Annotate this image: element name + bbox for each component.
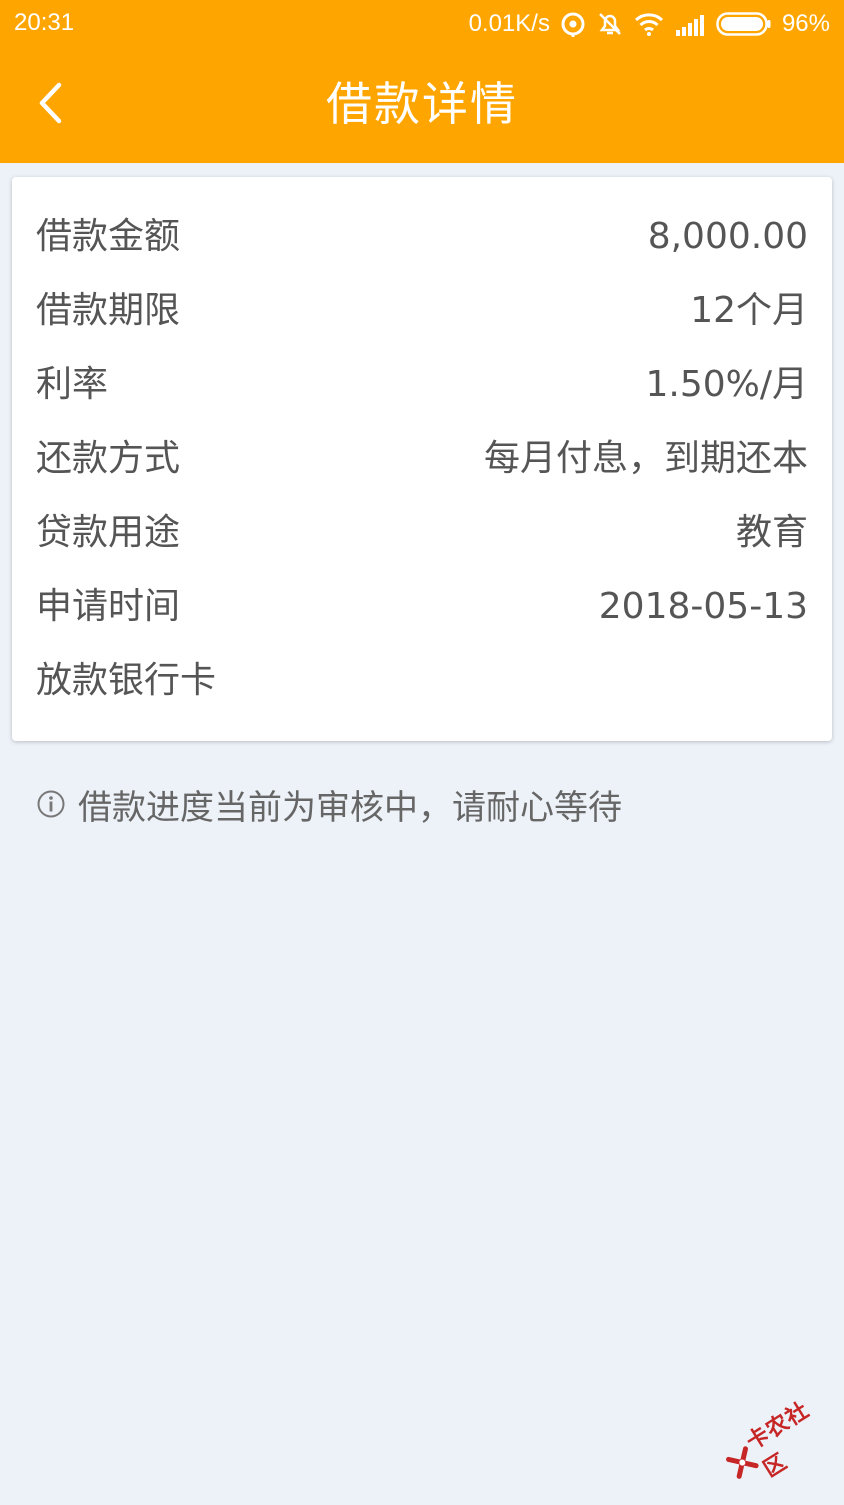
detail-row-repayment: 还款方式 每月付息，到期还本 — [36, 429, 808, 489]
page-title: 借款详情 — [326, 77, 518, 131]
status-notice: 借款进度当前为审核中，请耐心等待 — [36, 776, 622, 832]
detail-label: 还款方式 — [36, 438, 181, 479]
detail-row-rate: 利率 1.50%/月 — [36, 355, 808, 415]
detail-label: 放款银行卡 — [36, 660, 217, 701]
detail-label: 利率 — [36, 364, 109, 405]
detail-label: 借款金额 — [36, 216, 181, 257]
status-bar: 20:31 0.01K/s 96% — [0, 0, 844, 48]
header: 20:31 0.01K/s 96% 借款详情 — [0, 0, 844, 163]
detail-value: 1.50%/月 — [645, 364, 809, 405]
detail-label: 申请时间 — [36, 586, 181, 627]
detail-value: 每月付息，到期还本 — [483, 438, 808, 479]
detail-row-apply-time: 申请时间 2018-05-13 — [36, 577, 808, 637]
detail-row-term: 借款期限 12个月 — [36, 281, 808, 341]
detail-label: 贷款用途 — [36, 512, 181, 553]
app-bar: 借款详情 — [0, 48, 844, 163]
detail-value: 8,000.00 — [647, 216, 808, 257]
detail-row-amount: 借款金额 8,000.00 — [36, 207, 808, 267]
signal-icon — [674, 12, 706, 36]
notice-text: 借款进度当前为审核中，请耐心等待 — [78, 787, 622, 828]
detail-row-purpose: 贷款用途 教育 — [36, 503, 808, 563]
detail-value: 2018-05-13 — [598, 586, 808, 627]
detail-value: 12个月 — [690, 290, 808, 331]
battery-percent: 96% — [781, 10, 830, 37]
watermark: 卡农社区 — [711, 1379, 844, 1505]
detail-row-bank-card[interactable]: 放款银行卡 — [36, 651, 808, 711]
detail-value: 教育 — [735, 512, 808, 553]
alarm-off-icon — [596, 10, 624, 38]
detail-label: 借款期限 — [36, 290, 181, 331]
wifi-icon — [634, 12, 664, 36]
status-time: 20:31 — [14, 9, 75, 36]
loan-detail-card: 借款金额 8,000.00 借款期限 12个月 利率 1.50%/月 还款方式 … — [12, 177, 832, 741]
network-speed: 0.01K/s — [468, 10, 550, 37]
status-icons: 0.01K/s 96% — [469, 8, 830, 40]
data-saver-icon — [560, 11, 586, 37]
battery-icon — [716, 11, 772, 37]
info-icon — [36, 789, 66, 819]
